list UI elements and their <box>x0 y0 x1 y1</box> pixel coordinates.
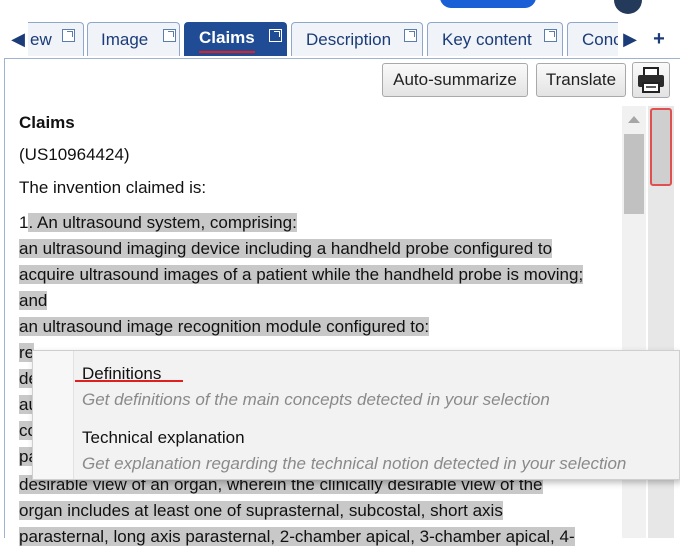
tab-bar: ◀ ew Image Claims Description Key conten… <box>0 22 680 58</box>
tab-key-content[interactable]: Key content <box>427 22 563 56</box>
tab-claims[interactable]: Claims <box>184 22 287 56</box>
tab-image[interactable]: Image <box>87 22 180 56</box>
popout-icon[interactable] <box>269 29 282 42</box>
claim-line: 1. An ultrasound system, comprising: <box>19 213 297 232</box>
claims-intro: The invention claimed is: <box>19 178 207 197</box>
tab-label: Image <box>101 30 149 49</box>
patent-number: (US10964424) <box>19 145 130 164</box>
scroll-up-icon[interactable] <box>628 116 640 123</box>
menu-icon-strip <box>33 351 74 479</box>
tab-label: ew <box>30 30 52 49</box>
scroll-tabs-right-icon[interactable]: ▶ <box>618 22 642 56</box>
claim-line: an ultrasound imaging device including a… <box>19 239 553 259</box>
selected-text: organ includes at least one of supraster… <box>19 501 503 520</box>
top-action-button[interactable] <box>440 0 536 8</box>
definitions-underline <box>75 380 183 382</box>
claim-line: an ultrasound image recognition module c… <box>19 317 430 337</box>
context-menu: Definitions Get definitions of the main … <box>32 350 680 480</box>
selected-text: acquire ultrasound images of a patient w… <box>19 265 584 284</box>
scroll-tabs-left-icon[interactable]: ◀ <box>6 22 30 56</box>
tab-label: Key content <box>442 30 532 49</box>
print-button[interactable] <box>632 62 670 98</box>
selected-text: an ultrasound image recognition module c… <box>19 317 430 336</box>
menu-item-technical-explanation[interactable]: Technical explanation <box>82 428 245 448</box>
panel-scrollbar-thumb[interactable] <box>650 108 672 186</box>
claim-line: acquire ultrasound images of a patient w… <box>19 265 584 285</box>
claim-line: parasternal, long axis parasternal, 2-ch… <box>19 527 575 547</box>
claim-line: organ includes at least one of supraster… <box>19 501 503 521</box>
translate-button[interactable]: Translate <box>536 63 626 97</box>
scrollbar-thumb[interactable] <box>624 134 644 214</box>
claim-line: and <box>19 291 48 311</box>
claims-heading: Claims <box>19 113 75 132</box>
popout-icon[interactable] <box>404 29 417 42</box>
selected-text: parasternal, long axis parasternal, 2-ch… <box>19 527 575 546</box>
popout-icon[interactable] <box>163 29 176 42</box>
tab-overview[interactable]: ew <box>28 22 84 56</box>
menu-item-technical-explanation-description[interactable]: Get explanation regarding the technical … <box>82 454 626 474</box>
printer-icon <box>638 67 664 93</box>
popout-icon[interactable] <box>544 29 557 42</box>
selected-text: an ultrasound imaging device including a… <box>19 239 553 258</box>
menu-item-definitions-description[interactable]: Get definitions of the main concepts det… <box>82 390 550 410</box>
tab-label: Conc <box>582 30 622 49</box>
selected-text: and <box>19 291 48 310</box>
tab-label: Description <box>306 30 392 49</box>
tab-label: Claims <box>199 25 255 53</box>
auto-summarize-button[interactable]: Auto-summarize <box>382 63 528 97</box>
popout-icon[interactable] <box>62 29 75 42</box>
add-tab-icon[interactable]: + <box>648 22 670 56</box>
tab-description[interactable]: Description <box>291 22 423 56</box>
selected-text: . An ultrasound system, comprising: <box>28 213 297 232</box>
user-avatar[interactable] <box>614 0 642 14</box>
